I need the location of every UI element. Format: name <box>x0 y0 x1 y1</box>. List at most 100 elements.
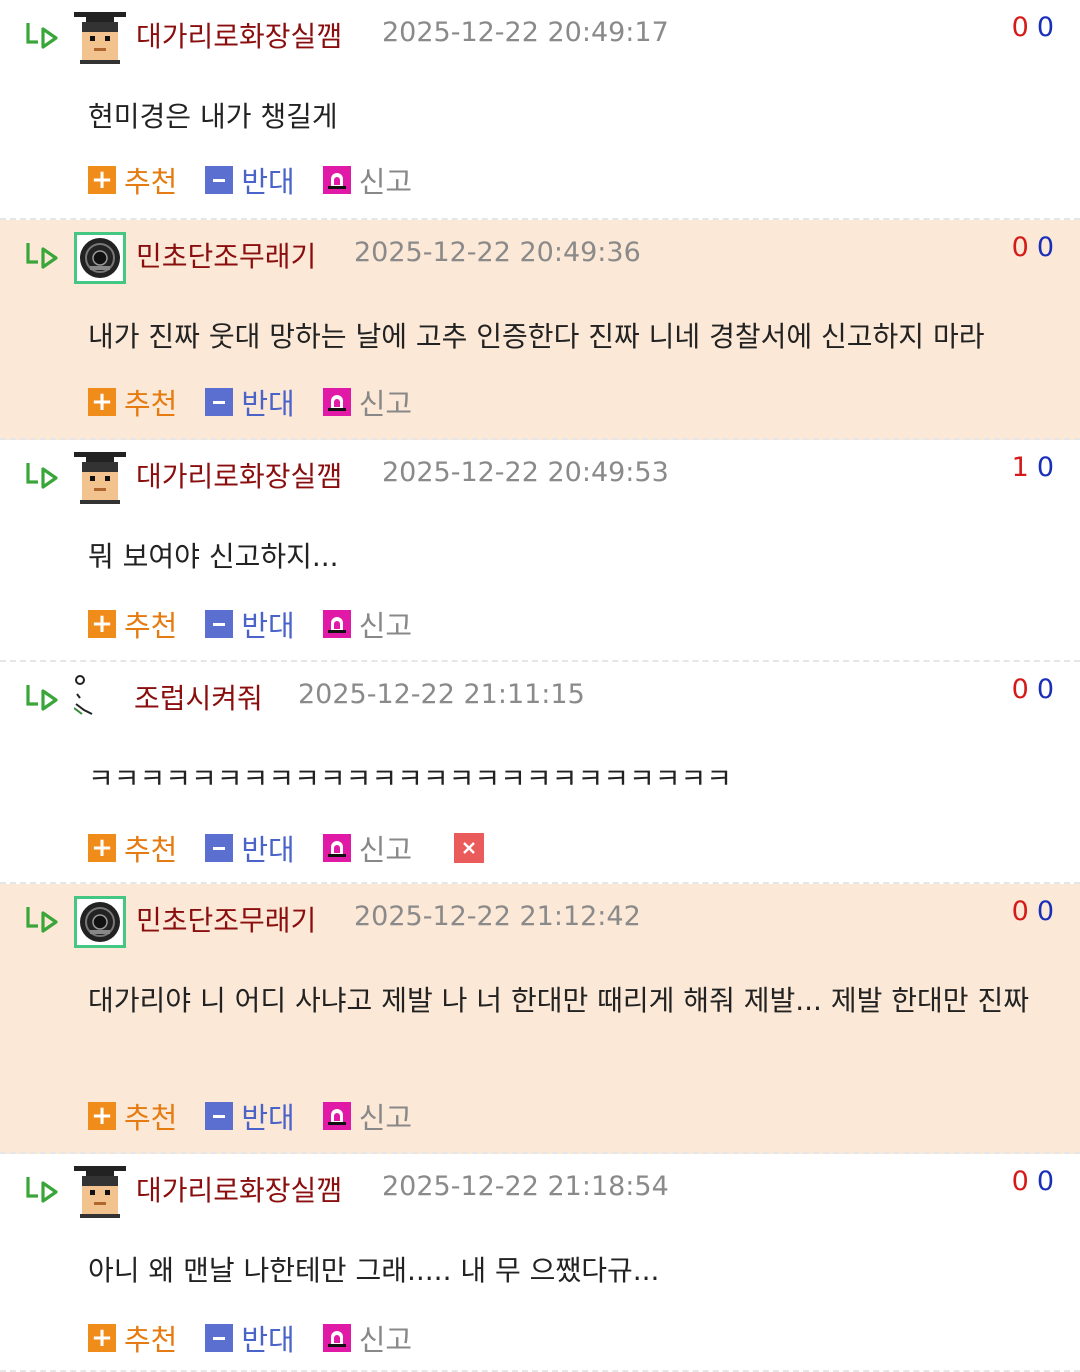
pixel-face-avatar[interactable] <box>74 452 126 504</box>
report-label: 신고 <box>358 833 413 867</box>
report-button[interactable]: 신고 <box>322 159 413 201</box>
recommend-label: 추천 <box>124 1323 178 1357</box>
oppose-button[interactable]: 반대 <box>205 381 295 423</box>
comment-text: 대가리야 니 어디 사냐고 제발 나 너 한대만 때리게 해줘 제발... 제발… <box>88 984 1029 1017</box>
siren-icon <box>322 166 351 194</box>
comment: 대가리로화장실깸 2025-12-22 20:49:17 00 현미경은 내가 … <box>0 0 1080 220</box>
minus-icon <box>205 1102 234 1130</box>
siren-icon <box>322 610 351 638</box>
reply-arrow-icon <box>26 463 58 489</box>
comment: 민초단조무래기 2025-12-22 21:12:42 00 대가리야 니 어디… <box>0 884 1080 1154</box>
dial-avatar[interactable] <box>74 896 126 948</box>
siren-icon <box>322 388 351 416</box>
comment-text: 아니 왜 맨날 나한테만 그래..... 내 무 으쨌다규... <box>88 1254 660 1287</box>
recommend-button[interactable]: + 추천 <box>88 1095 177 1137</box>
reply-arrow-icon <box>26 685 58 711</box>
vote-counts: 00 <box>1012 674 1054 705</box>
recommend-label: 추천 <box>124 165 178 199</box>
oppose-button[interactable]: 반대 <box>205 1317 295 1359</box>
downvote-count: 0 <box>1036 232 1054 263</box>
recommend-button[interactable]: + 추천 <box>88 381 177 423</box>
report-label: 신고 <box>358 1323 413 1357</box>
report-button[interactable]: 신고 <box>322 603 412 645</box>
minus-icon <box>205 388 234 416</box>
upvote-count: 0 <box>1011 232 1029 263</box>
oppose-label: 반대 <box>241 165 295 199</box>
timestamp: 2025-12-22 20:49:17 <box>382 17 669 48</box>
oppose-button[interactable]: 반대 <box>205 1095 295 1137</box>
dial-avatar[interactable] <box>74 232 126 284</box>
minus-icon <box>205 166 234 194</box>
nickname[interactable]: 대가리로화장실깸 <box>136 455 342 495</box>
recommend-label: 추천 <box>124 833 178 867</box>
upvote-count: 0 <box>1011 1166 1029 1197</box>
close-icon <box>462 841 476 855</box>
recommend-label: 추천 <box>124 609 178 643</box>
pixel-face-avatar[interactable] <box>74 12 126 64</box>
oppose-button[interactable]: 반대 <box>205 603 295 645</box>
timestamp: 2025-12-22 21:12:42 <box>354 901 641 932</box>
recommend-label: 추천 <box>124 1101 178 1135</box>
timestamp: 2025-12-22 21:11:15 <box>298 679 585 710</box>
siren-icon <box>322 834 351 862</box>
downvote-count: 0 <box>1036 896 1054 927</box>
oppose-label: 반대 <box>241 1101 295 1135</box>
comment: 민초단조무래기 2025-12-22 20:49:36 00 내가 진짜 웃대 … <box>0 220 1080 440</box>
oppose-label: 반대 <box>241 833 295 867</box>
oppose-button[interactable]: 반대 <box>205 159 295 201</box>
plus-icon: + <box>88 834 116 862</box>
nickname[interactable]: 대가리로화장실깸 <box>136 1169 342 1209</box>
comment: 대가리로화장실깸 2025-12-22 21:18:54 00 아니 왜 맨날 … <box>0 1154 1080 1372</box>
small-sketch-avatar[interactable] <box>73 674 126 726</box>
timestamp: 2025-12-22 20:49:53 <box>382 457 669 488</box>
oppose-button[interactable]: 반대 <box>205 827 295 869</box>
comment-text: 현미경은 내가 챙길게 <box>88 100 338 133</box>
vote-counts: 10 <box>1012 452 1054 483</box>
upvote-count: 1 <box>1011 452 1029 483</box>
comment-text: 내가 진짜 웃대 망하는 날에 고추 인증한다 진짜 니네 경찰서에 신고하지 … <box>88 320 985 353</box>
report-button[interactable]: 신고 <box>322 827 413 869</box>
recommend-button[interactable]: + 추천 <box>88 1317 177 1359</box>
delete-button[interactable] <box>454 833 485 863</box>
nickname[interactable]: 민초단조무래기 <box>136 235 316 275</box>
comment-actions: + 추천 반대 신고 <box>88 159 440 201</box>
pixel-face-avatar[interactable] <box>74 1166 126 1218</box>
vote-counts: 00 <box>1012 12 1054 43</box>
report-button[interactable]: 신고 <box>322 1317 413 1359</box>
downvote-count: 0 <box>1036 12 1054 43</box>
minus-icon <box>205 1324 234 1352</box>
nickname[interactable]: 대가리로화장실깸 <box>136 15 342 55</box>
timestamp: 2025-12-22 21:18:54 <box>382 1171 669 1202</box>
nickname[interactable]: 조럽시켜줘 <box>134 677 263 717</box>
comment-text: 뭐 보여야 신고하지... <box>88 540 339 573</box>
oppose-label: 반대 <box>241 609 295 643</box>
plus-icon: + <box>88 1102 116 1130</box>
report-label: 신고 <box>358 165 413 199</box>
comment: 대가리로화장실깸 2025-12-22 20:49:53 10 뭐 보여야 신고… <box>0 440 1080 662</box>
recommend-button[interactable]: + 추천 <box>88 827 177 869</box>
plus-icon: + <box>88 388 116 416</box>
oppose-label: 반대 <box>241 387 295 421</box>
recommend-button[interactable]: + 추천 <box>88 603 177 645</box>
vote-counts: 00 <box>1012 896 1054 927</box>
reply-arrow-icon <box>26 23 58 49</box>
report-button[interactable]: 신고 <box>322 1095 412 1137</box>
upvote-count: 0 <box>1011 674 1029 705</box>
minus-icon <box>205 834 234 862</box>
reply-arrow-icon <box>26 243 58 269</box>
comment-actions: + 추천 반대 신고 <box>88 1095 440 1137</box>
comment-actions: + 추천 반대 신고 <box>88 827 485 869</box>
report-button[interactable]: 신고 <box>322 381 412 423</box>
recommend-button[interactable]: + 추천 <box>88 159 177 201</box>
recommend-label: 추천 <box>124 387 178 421</box>
oppose-label: 반대 <box>241 1323 295 1357</box>
vote-counts: 00 <box>1012 232 1054 263</box>
upvote-count: 0 <box>1011 896 1029 927</box>
timestamp: 2025-12-22 20:49:36 <box>354 237 641 268</box>
downvote-count: 0 <box>1036 1166 1054 1197</box>
plus-icon: + <box>88 610 116 638</box>
reply-arrow-icon <box>26 1177 58 1203</box>
nickname[interactable]: 민초단조무래기 <box>136 899 316 939</box>
comment: 조럽시켜줘 2025-12-22 21:11:15 00 ㅋㅋㅋㅋㅋㅋㅋㅋㅋㅋㅋ… <box>0 662 1080 884</box>
siren-icon <box>322 1102 351 1130</box>
